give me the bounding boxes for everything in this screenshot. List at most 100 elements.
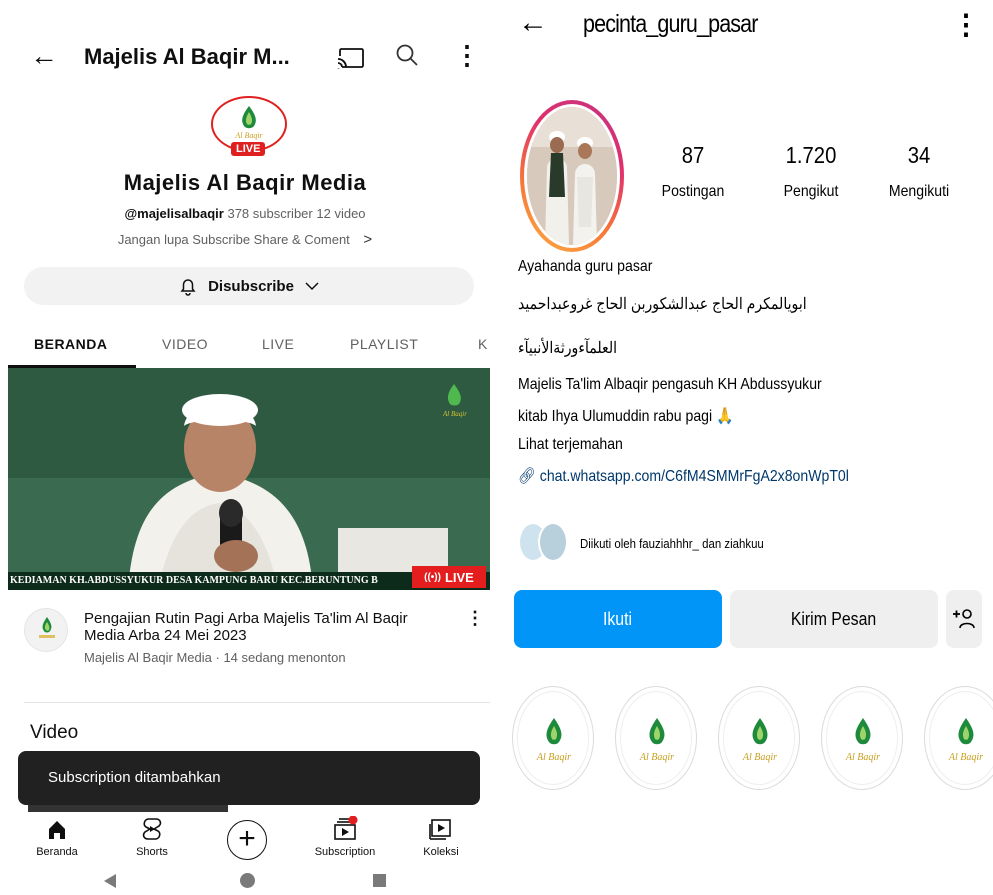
more-vert-icon[interactable]: ⋮ (454, 40, 480, 71)
bio-link-text: chat.whatsapp.com/C6fM4SMMrFgA2x8onWpT0l (539, 468, 849, 485)
profile-photo (527, 107, 617, 245)
create-plus-icon[interactable]: + (227, 820, 267, 860)
highlight-logo-text: Al Baqir (845, 752, 880, 763)
highlight-1[interactable]: Al Baqir (512, 686, 594, 790)
subscriptions-icon (334, 816, 358, 840)
arrow-left-icon[interactable]: ← (30, 42, 58, 70)
tab-community[interactable]: K (478, 336, 488, 352)
arrow-left-icon[interactable]: ← (518, 6, 548, 40)
bio-name: Ayahanda guru pasar (518, 258, 653, 275)
tab-playlist[interactable]: PLAYLIST (350, 336, 418, 352)
profile-bio: Ayahanda guru pasar ابويالمكرم الحاج عبد… (518, 258, 978, 496)
highlight-logo-text: Al Baqir (536, 752, 571, 763)
channel-avatar[interactable]: Al Baqir LIVE (207, 96, 291, 158)
follower-avatar-2 (538, 522, 568, 562)
nav-koleksi-label: Koleksi (423, 846, 459, 858)
system-home-icon[interactable] (240, 873, 255, 888)
library-icon (429, 819, 451, 840)
story-highlights: Al Baqir Al Baqir Al Baqir Al Baqir Al B… (512, 686, 993, 790)
stat-following[interactable]: 34 Mengikuti (864, 142, 974, 201)
video-meta: Majelis Al Baqir Media · 14 sedang menon… (84, 650, 346, 665)
video-title[interactable]: Pengajian Rutin Pagi Arba Majelis Ta'lim… (84, 610, 444, 644)
message-label: Kirim Pesan (791, 608, 877, 629)
stat-followers[interactable]: 1.720 Pengikut (756, 142, 866, 201)
instagram-profile-screen: ← pecinta_guru_pasar ⋮ 87 Postingan 1.72… (498, 0, 993, 895)
bio-line-4: kitab Ihya Ulumuddin rabu pagi 🙏 (518, 408, 734, 425)
subscribed-label: Disubscribe (208, 277, 294, 295)
link-icon: 🔗︎ (518, 468, 536, 485)
nav-shorts[interactable]: Shorts (112, 816, 192, 858)
youtube-channel-screen: ← Majelis Al Baqir M... ⋮ Al Baqir LIVE … (0, 0, 490, 895)
nav-shorts-label: Shorts (136, 846, 168, 858)
chevron-down-icon (305, 282, 319, 291)
live-indicator: ((•)) LIVE (412, 566, 486, 588)
section-divider (24, 702, 490, 703)
video-more-icon[interactable]: ⋮ (466, 608, 484, 629)
highlight-4[interactable]: Al Baqir (821, 686, 903, 790)
video-channel-avatar[interactable] (24, 608, 68, 652)
bell-icon (180, 279, 196, 296)
youtube-top-bar: ← Majelis Al Baqir M... ⋮ (0, 0, 490, 110)
followed-by-text: Diikuti oleh fauziahhhr_ dan ziahkuu (580, 536, 764, 551)
follow-button[interactable]: Ikuti (514, 590, 722, 648)
bio-arabic-line-1: ابويالمكرم الحاج عبدالشكوربن الحاج غروعب… (518, 296, 807, 313)
channel-name: Majelis Al Baqir Media (123, 170, 367, 195)
stat-posts[interactable]: 87 Postingan (638, 142, 748, 201)
followers-count: 1.720 (785, 142, 837, 168)
tab-video[interactable]: VIDEO (162, 336, 208, 352)
following-count: 34 (907, 142, 931, 168)
channel-tabs: BERANDA VIDEO LIVE PLAYLIST K (0, 324, 490, 368)
highlight-5[interactable]: Al Baqir (924, 686, 993, 790)
highlight-3[interactable]: Al Baqir (718, 686, 800, 790)
tab-beranda[interactable]: BERANDA (34, 336, 108, 352)
shorts-icon (142, 818, 162, 840)
video-frame-illustration: Al Baqir (8, 368, 490, 590)
featured-video-info[interactable]: Pengajian Rutin Pagi Arba Majelis Ta'lim… (0, 604, 490, 684)
live-badge: LIVE (231, 142, 266, 156)
logo-text: Al Baqir (234, 131, 263, 140)
videos-section-title: Video (30, 722, 79, 743)
featured-video-thumbnail[interactable]: Al Baqir KEDIAMAN KH.ABDUSSYUKUR DESA KA… (8, 368, 490, 590)
bio-arabic-line-2: العلمآءورثةالأنبيآء (518, 340, 618, 357)
posts-label: Postingan (661, 183, 725, 200)
system-back-icon[interactable] (104, 874, 116, 888)
live-broadcast-icon: ((•)) (424, 571, 441, 583)
video-count: 12 video (316, 206, 366, 221)
channel-description[interactable]: Jangan lupa Subscribe Share & Coment > (0, 231, 490, 248)
bio-link[interactable]: 🔗︎ chat.whatsapp.com/C6fM4SMMrFgA2x8onWp… (518, 466, 923, 496)
add-user-icon (953, 609, 975, 629)
nav-beranda[interactable]: Beranda (17, 816, 97, 858)
nav-beranda-label: Beranda (36, 846, 78, 858)
watermark-logo-text: Al Baqir (442, 410, 467, 418)
subscribed-button[interactable]: Disubscribe (24, 267, 474, 305)
system-recents-icon[interactable] (373, 874, 386, 887)
channel-title: Majelis Al Baqir M... (84, 44, 290, 69)
channel-handle: @majelisalbaqir (124, 206, 224, 221)
chevron-right-icon: > (363, 231, 373, 248)
nav-koleksi[interactable]: Koleksi (401, 816, 481, 858)
message-button[interactable]: Kirim Pesan (730, 590, 938, 648)
subscriber-count: 378 subscriber (227, 206, 313, 221)
channel-description-text: Jangan lupa Subscribe Share & Coment (117, 232, 350, 247)
add-user-button[interactable] (946, 590, 982, 648)
highlight-logo-text: Al Baqir (948, 752, 983, 763)
cast-icon[interactable] (336, 46, 366, 70)
subscription-toast: Subscription ditambahkan (18, 751, 480, 805)
home-icon (49, 821, 65, 839)
search-icon[interactable] (394, 42, 420, 68)
highlight-logo-text: Al Baqir (639, 752, 674, 763)
following-label: Mengikuti (888, 183, 950, 200)
profile-username: pecinta_guru_pasar (583, 10, 758, 38)
highlight-logo-text: Al Baqir (742, 752, 777, 763)
followed-by[interactable]: Diikuti oleh fauziahhhr_ dan ziahkuu (518, 520, 978, 570)
profile-avatar[interactable] (520, 100, 624, 252)
nav-subscriptions[interactable]: Subscription (305, 816, 385, 858)
nav-subscriptions-label: Subscription (314, 846, 376, 858)
highlight-2[interactable]: Al Baqir (615, 686, 697, 790)
posts-count: 87 (681, 142, 705, 168)
follow-label: Ikuti (603, 608, 633, 629)
see-translation-link[interactable]: Lihat terjemahan (518, 436, 923, 466)
tab-live[interactable]: LIVE (262, 336, 294, 352)
more-vert-icon[interactable]: ⋮ (952, 8, 980, 41)
channel-meta: @majelisalbaqir 378 subscriber 12 video (0, 206, 490, 221)
